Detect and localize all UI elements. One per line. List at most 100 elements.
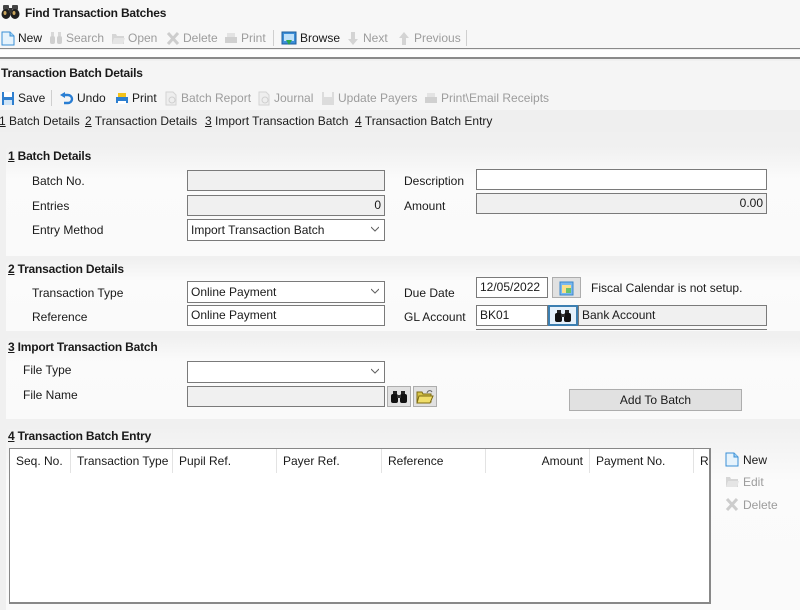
section-title-text: Import Transaction Batch: [14, 340, 158, 354]
section-title: 2 Transaction Details: [8, 262, 124, 276]
nav-link-number: 4: [355, 114, 362, 128]
print-button[interactable]: Print: [115, 89, 157, 107]
batch-window-title: Transaction Batch Details: [1, 66, 143, 80]
calendar-button[interactable]: [552, 277, 581, 298]
search-button[interactable]: Search: [49, 29, 104, 47]
folder-open-icon: [726, 477, 739, 487]
amount-label: Amount: [404, 199, 446, 213]
undo-icon: [60, 91, 74, 104]
search-button-label: Search: [66, 31, 105, 45]
print-button-label: Print: [132, 91, 157, 105]
reference-field[interactable]: Online Payment: [187, 305, 385, 326]
toolbar-separator: [51, 90, 52, 106]
description-label: Description: [404, 174, 465, 188]
browse-file-button[interactable]: [413, 386, 437, 407]
batch-no-label: Batch No.: [32, 174, 85, 188]
entry-method-value: Import Transaction Batch: [191, 223, 325, 237]
due-date-field[interactable]: 12/05/2022: [476, 277, 548, 298]
next-button[interactable]: Next: [346, 29, 388, 47]
batch-toolbar: Save Undo Print Batch Report Journal Upd…: [0, 86, 800, 110]
binoculars-icon: [391, 391, 407, 403]
entries-label: Entries: [32, 199, 70, 213]
undo-button-label: Undo: [77, 91, 106, 105]
update-payers-button-label: Update Payers: [338, 91, 418, 105]
column-header-reference[interactable]: Reference: [382, 449, 486, 473]
undo-button[interactable]: Undo: [59, 89, 106, 107]
column-header-pupil-ref[interactable]: Pupil Ref.: [173, 449, 277, 473]
description-field[interactable]: [476, 169, 767, 190]
find-toolbar: New Search Open Delete Print Browse Next…: [0, 27, 800, 49]
batch-report-button[interactable]: Batch Report: [164, 89, 251, 107]
column-header-payment-no[interactable]: Payment No.: [590, 449, 694, 473]
save-icon: [2, 91, 14, 105]
file-search-button[interactable]: [387, 386, 411, 407]
transaction-type-value: Online Payment: [191, 285, 277, 299]
gl-account-lookup-button[interactable]: [548, 305, 578, 326]
add-to-batch-button[interactable]: Add To Batch: [569, 389, 742, 411]
file-name-field[interactable]: [187, 386, 385, 407]
toolbar-separator: [466, 30, 467, 46]
delete-x-icon: [166, 31, 180, 45]
file-name-label: File Name: [23, 388, 78, 402]
batch-entry-grid[interactable]: Seq. No. Transaction Type Pupil Ref. Pay…: [9, 448, 711, 604]
fiscal-calendar-message: Fiscal Calendar is not setup.: [591, 281, 743, 295]
file-type-label: File Type: [23, 363, 72, 377]
chevron-down-icon: [371, 368, 379, 374]
update-payers-button[interactable]: Update Payers: [321, 89, 417, 107]
save-button[interactable]: Save: [1, 89, 45, 107]
section-title-text: Transaction Batch Entry: [14, 429, 152, 443]
arrow-up-icon: [399, 31, 409, 45]
toolbar-separator: [273, 30, 274, 46]
folder-open-icon: [112, 33, 125, 44]
open-button[interactable]: Open: [111, 29, 157, 47]
transaction-type-select[interactable]: Online Payment: [187, 281, 385, 303]
column-header-payer-ref[interactable]: Payer Ref.: [277, 449, 382, 473]
entries-field[interactable]: 0: [187, 195, 385, 216]
delete-button[interactable]: Delete: [166, 29, 218, 47]
save-icon: [322, 91, 334, 105]
window-divider: [0, 50, 800, 59]
new-button[interactable]: New: [1, 29, 42, 47]
nav-link-import-transaction-batch[interactable]: 3 Import Transaction Batch: [205, 114, 348, 128]
batch-no-field[interactable]: [187, 170, 385, 191]
print-button[interactable]: Print: [224, 29, 266, 47]
printer-icon: [116, 92, 128, 104]
printer-icon: [425, 92, 437, 103]
journal-button[interactable]: Journal: [257, 89, 313, 107]
previous-button[interactable]: Previous: [397, 29, 461, 47]
column-header-re[interactable]: Re: [694, 449, 709, 473]
amount-field[interactable]: 0.00: [476, 193, 767, 214]
entry-new-button[interactable]: New: [725, 452, 767, 467]
new-document-icon: [1, 31, 15, 45]
entry-delete-button[interactable]: Delete: [725, 497, 778, 512]
section-title: 4 Transaction Batch Entry: [8, 429, 151, 443]
file-type-select[interactable]: [187, 361, 385, 383]
report-icon: [258, 91, 270, 105]
gl-account-code-field[interactable]: BK01: [476, 305, 548, 326]
transaction-details-section: 2 Transaction Details Transaction Type O…: [6, 259, 800, 331]
open-button-label: Open: [128, 31, 158, 45]
batch-report-button-label: Batch Report: [181, 91, 252, 105]
due-date-label: Due Date: [404, 286, 455, 300]
nav-link-label: Transaction Details: [91, 114, 198, 128]
calendar-icon: [559, 281, 573, 295]
section-title: 3 Import Transaction Batch: [8, 340, 158, 354]
nav-link-transaction-batch-entry[interactable]: 4 Transaction Batch Entry: [355, 114, 492, 128]
print-email-receipts-button[interactable]: Print\Email Receipts: [424, 89, 549, 107]
entry-method-select[interactable]: Import Transaction Batch: [187, 219, 385, 241]
nav-link-transaction-details[interactable]: 2 Transaction Details: [85, 114, 197, 128]
entry-delete-label: Delete: [743, 497, 778, 512]
import-batch-section: 3 Import Transaction Batch File Type Fil…: [6, 337, 800, 419]
nav-link-number: 3: [205, 114, 212, 128]
report-icon: [165, 91, 177, 105]
next-button-label: Next: [363, 31, 388, 45]
column-header-seq-no[interactable]: Seq. No.: [10, 449, 71, 473]
section-title-text: Transaction Details: [14, 262, 124, 276]
nav-link-batch-details[interactable]: 1 Batch Details: [0, 114, 80, 128]
browse-button[interactable]: Browse: [281, 29, 340, 47]
column-header-transaction-type[interactable]: Transaction Type: [71, 449, 173, 473]
column-header-amount[interactable]: Amount: [486, 449, 590, 473]
print-email-receipts-button-label: Print\Email Receipts: [441, 91, 550, 105]
reference-label: Reference: [32, 310, 88, 324]
entry-edit-button[interactable]: Edit: [725, 474, 764, 489]
